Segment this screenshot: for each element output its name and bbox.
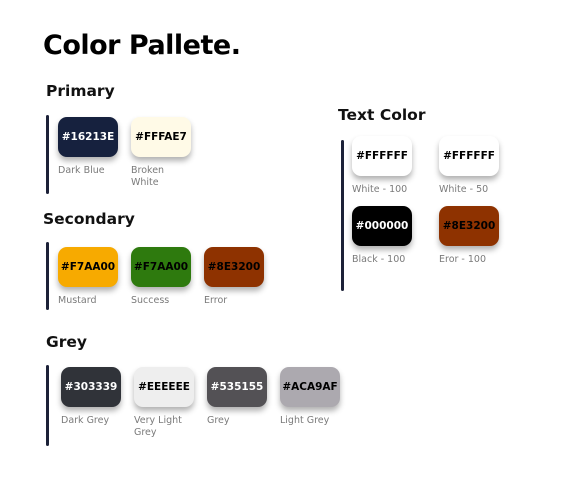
color-swatch: #303339 Dark Grey [61,367,121,439]
color-swatch: #000000 Black - 100 [352,206,412,266]
swatch-label: Error [204,295,228,306]
primary-divider [46,115,49,194]
swatch-label: White - 100 [352,184,408,195]
swatch-chip: #F7AA00 [131,247,191,287]
color-swatch: #F7AA00 Success [131,247,191,307]
secondary-divider [46,242,49,310]
color-swatch: #FFFFFF White - 100 [352,136,412,196]
color-swatch: #FFFAE7 Broken White [131,117,191,189]
swatch-label: White - 50 [439,184,489,195]
color-swatch: #EEEEEE Very Light Grey [134,367,194,439]
swatch-label: Light Grey [280,415,330,426]
swatch-chip: #535155 [207,367,267,407]
grey-swatches: #303339 Dark Grey #EEEEEE Very Light Grey #5… [61,367,340,439]
swatch-label: Mustard [58,295,97,306]
swatch-label: Dark Grey [61,415,110,426]
color-swatch: #ACA9AF Light Grey [280,367,340,439]
color-swatch: #FFFFFF White - 50 [439,136,499,196]
swatch-chip: #000000 [352,206,412,246]
swatch-chip: #FFFFFF [439,136,499,176]
text-color-swatches: #FFFFFF White - 100 #FFFFFF White - 50 #0000… [352,136,499,266]
swatch-chip: #8E3200 [204,247,264,287]
color-swatch: #F7AA00 Mustard [58,247,118,307]
grey-divider [46,365,49,446]
grey-heading: Grey [46,333,87,351]
color-swatch: #16213E Dark Blue [58,117,118,189]
swatch-chip: #ACA9AF [280,367,340,407]
swatch-chip: #FFFFFF [352,136,412,176]
swatch-label: Very Light Grey [134,415,182,438]
secondary-swatches: #F7AA00 Mustard #F7AA00 Success #8E3200 Error [58,247,264,307]
swatch-label: Success [131,295,170,306]
swatch-label: Dark Blue [58,165,105,176]
swatch-chip: #F7AA00 [58,247,118,287]
page-title: Color Pallete. [43,30,241,61]
swatch-label: Broken White [131,165,165,188]
swatch-chip: #FFFAE7 [131,117,191,157]
secondary-heading: Secondary [43,210,135,228]
swatch-label: Black - 100 [352,254,406,265]
swatch-label: Grey [207,415,230,426]
color-swatch: #8E3200 Error [204,247,264,307]
text-color-divider [341,140,344,291]
swatch-chip: #8E3200 [439,206,499,246]
primary-swatches: #16213E Dark Blue #FFFAE7 Broken White [58,117,191,189]
swatch-chip: #303339 [61,367,121,407]
primary-heading: Primary [46,82,115,100]
swatch-chip: #16213E [58,117,118,157]
swatch-chip: #EEEEEE [134,367,194,407]
swatch-label: Eror - 100 [439,254,487,265]
color-swatch: #535155 Grey [207,367,267,439]
color-swatch: #8E3200 Eror - 100 [439,206,499,266]
text-color-heading: Text Color [338,106,426,124]
